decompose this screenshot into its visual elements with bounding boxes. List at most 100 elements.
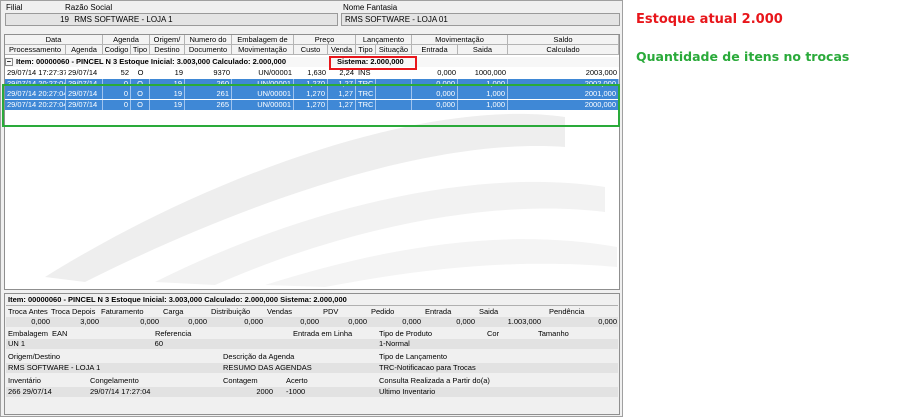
acerto-value: -1000 bbox=[286, 387, 306, 396]
total-label: Troca Depois bbox=[51, 307, 96, 316]
filial-value: 19 bbox=[60, 15, 69, 24]
column-header[interactable]: Movimentação bbox=[232, 45, 294, 55]
contagem-label: Contagem bbox=[223, 376, 258, 385]
total-label: Pedido bbox=[371, 307, 395, 316]
column-header[interactable]: Tipo bbox=[131, 45, 150, 55]
column-group-header[interactable]: Numero do bbox=[185, 35, 232, 45]
total-label: PDV bbox=[323, 307, 339, 316]
tipo-lancamento-label: Tipo de Lançamento bbox=[379, 352, 448, 361]
column-header[interactable]: Saida bbox=[458, 45, 508, 55]
trocas-highlight-box bbox=[2, 84, 620, 127]
trocas-annotation: Quantidade de itens no trocas bbox=[636, 49, 850, 64]
table-row[interactable]: 29/07/14 17:27:37 29/07/14 52 O 19 9370 UN/000… bbox=[5, 68, 619, 78]
consulta-label: Consulta Realizada a Partir do(a) bbox=[379, 376, 490, 385]
contagem-value: 2000 bbox=[256, 387, 273, 396]
column-group-header[interactable]: Saldo bbox=[508, 35, 619, 45]
column-header[interactable]: Codigo bbox=[103, 45, 131, 55]
filial-label: Filial bbox=[6, 3, 23, 12]
razao-social-label: Razão Social bbox=[65, 3, 113, 12]
total-value: 0,000 bbox=[31, 317, 50, 326]
nome-fantasia-label: Nome Fantasia bbox=[343, 3, 398, 12]
total-value: 0,000 bbox=[348, 317, 367, 326]
column-group-header[interactable]: Origem/ bbox=[150, 35, 185, 45]
embalagem-value: UN 1 bbox=[8, 339, 26, 348]
total-value: 3,000 bbox=[80, 317, 99, 326]
inventario-value: 266 29/07/14 bbox=[8, 387, 52, 396]
ean-label: EAN bbox=[52, 329, 68, 338]
column-header[interactable]: Processamento bbox=[5, 45, 66, 55]
table-cell: 9370 bbox=[213, 68, 230, 77]
embalagem-bar bbox=[6, 339, 618, 349]
table-cell: 29/07/14 bbox=[68, 68, 98, 77]
tipo-lancamento-value: TRC-Notificacao para Trocas bbox=[379, 363, 476, 372]
nome-fantasia-value: RMS SOFTWARE - LOJA 01 bbox=[345, 15, 448, 24]
column-header[interactable]: Tipo bbox=[356, 45, 376, 55]
total-value: 0,000 bbox=[402, 317, 421, 326]
origem-destino-label: Origem/Destino bbox=[8, 352, 61, 361]
column-group-header[interactable]: Embalagem de bbox=[232, 35, 294, 45]
tipo-produto-value: 1-Normal bbox=[379, 339, 410, 348]
column-header[interactable]: Calculado bbox=[508, 45, 619, 55]
total-value: 0,000 bbox=[456, 317, 475, 326]
entrada-linha-label: Entrada em Linha bbox=[293, 329, 353, 338]
table-cell: 0,000 bbox=[437, 68, 456, 77]
column-header[interactable]: Destino bbox=[150, 45, 185, 55]
total-value: 0,000 bbox=[140, 317, 159, 326]
embalagem-label: Embalagem bbox=[8, 329, 49, 338]
column-header[interactable]: Situação bbox=[376, 45, 412, 55]
total-value: 1.003,000 bbox=[507, 317, 541, 326]
descricao-agenda-value: RESUMO DAS AGENDAS bbox=[223, 363, 312, 372]
total-value: 0,000 bbox=[188, 317, 207, 326]
column-header[interactable]: Documento bbox=[185, 45, 232, 55]
ean-value: 60 bbox=[154, 339, 163, 348]
column-group-header[interactable]: Agenda bbox=[103, 35, 150, 45]
table-cell: O bbox=[137, 68, 144, 77]
tamanho-label: Tamanho bbox=[538, 329, 569, 338]
column-group-header[interactable]: Preço bbox=[294, 35, 356, 45]
column-group-header[interactable]: Movimentação bbox=[412, 35, 508, 45]
total-label: Carga bbox=[163, 307, 184, 316]
total-label: Troca Antes bbox=[8, 307, 48, 316]
column-header[interactable]: Agenda bbox=[66, 45, 103, 55]
detail-divider bbox=[6, 305, 618, 306]
referencia-label: Referencia bbox=[155, 329, 192, 338]
column-header[interactable]: Entrada bbox=[412, 45, 458, 55]
table-cell: 52 bbox=[120, 68, 129, 77]
table-cell: 1,630 bbox=[307, 68, 326, 77]
acerto-label: Acerto bbox=[286, 376, 308, 385]
item-summary: Item: 00000060 - PINCEL N 3 Estoque Inic… bbox=[16, 57, 286, 66]
total-label: Distribuição bbox=[211, 307, 251, 316]
total-label: Saida bbox=[479, 307, 499, 316]
total-label: Pendência bbox=[549, 307, 585, 316]
nome-fantasia-field[interactable]: RMS SOFTWARE - LOJA 01 bbox=[341, 13, 620, 26]
total-value: 0,000 bbox=[598, 317, 617, 326]
column-header[interactable]: Custo bbox=[294, 45, 328, 55]
column-group-header[interactable]: Lançamento bbox=[356, 35, 412, 45]
table-cell: UN/00001 bbox=[258, 68, 292, 77]
item-group-row[interactable]: − Item: 00000060 - PINCEL N 3 Estoque In… bbox=[5, 57, 619, 67]
descricao-agenda-label: Descrição da Agenda bbox=[223, 352, 295, 361]
total-label: Entrada bbox=[425, 307, 452, 316]
table-cell: 29/07/14 17:27:37 bbox=[7, 68, 66, 77]
tipo-produto-label: Tipo de Produto bbox=[379, 329, 433, 338]
total-label: Faturamento bbox=[101, 307, 144, 316]
total-value: 0,000 bbox=[300, 317, 319, 326]
estoque-window: Filial Razão Social 19 RMS SOFTWARE - LO… bbox=[0, 0, 623, 417]
column-header[interactable]: Venda bbox=[328, 45, 356, 55]
cor-label: Cor bbox=[487, 329, 500, 338]
filial-field[interactable]: 19 RMS SOFTWARE - LOJA 1 bbox=[5, 13, 338, 26]
sistema-highlight-box bbox=[329, 56, 417, 70]
detail-item-line: Item: 00000060 - PINCEL N 3 Estoque Inic… bbox=[8, 295, 347, 304]
razao-social-value: RMS SOFTWARE - LOJA 1 bbox=[74, 15, 173, 24]
total-label: Vendas bbox=[267, 307, 293, 316]
column-group-header[interactable]: Data bbox=[5, 35, 103, 45]
movement-grid[interactable]: Data Agenda Origem/Numero do Embalagem de Pr… bbox=[4, 34, 620, 290]
origem-destino-value: RMS SOFTWARE - LOJA 1 bbox=[8, 363, 101, 372]
total-value: 0,000 bbox=[244, 317, 263, 326]
inventario-label: Inventário bbox=[8, 376, 41, 385]
estoque-annotation: Estoque atual 2.000 bbox=[636, 12, 783, 27]
table-cell: 19 bbox=[174, 68, 183, 77]
expand-toggle[interactable]: − bbox=[5, 58, 13, 66]
congelamento-label: Congelamento bbox=[90, 376, 139, 385]
detail-panel: Item: 00000060 - PINCEL N 3 Estoque Inic… bbox=[4, 293, 620, 415]
